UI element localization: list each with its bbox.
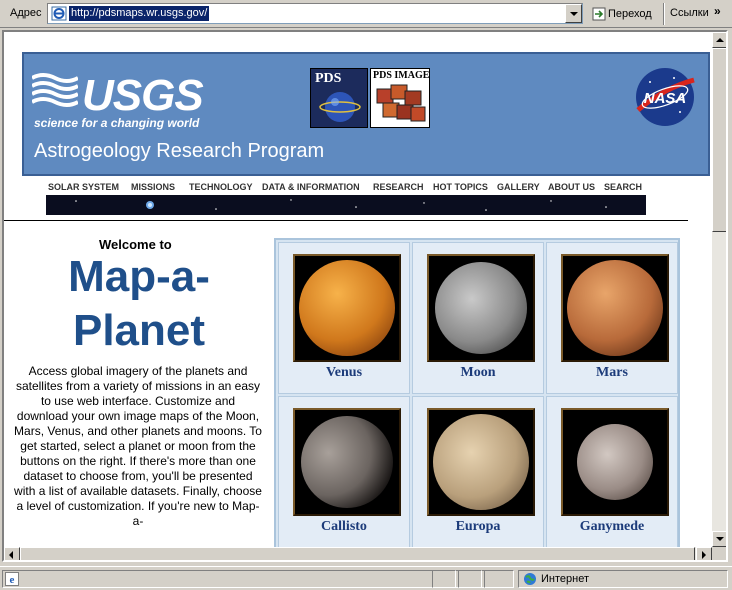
- nasa-logo-text: NASA: [644, 90, 687, 107]
- scrollbar-corner: [712, 547, 726, 560]
- web-page: USGS science for a changing world PDS PD…: [4, 32, 712, 558]
- pds-logo-text: PDS: [315, 71, 342, 86]
- globe-icon: [524, 573, 536, 585]
- star-dots: [75, 199, 607, 211]
- scroll-down-button[interactable]: [712, 531, 726, 547]
- pds-logo[interactable]: PDS: [310, 68, 368, 128]
- pds-image-logo[interactable]: PDS IMAGE: [370, 68, 430, 128]
- ganymede-thumbnail: [561, 408, 669, 516]
- nav-item-search[interactable]: SEARCH: [604, 182, 642, 192]
- svg-text:e: e: [10, 574, 15, 586]
- address-dropdown-button[interactable]: [565, 4, 582, 23]
- planet-label-callisto: Callisto: [321, 519, 367, 534]
- ie-page-icon: [51, 6, 67, 21]
- venus-thumbnail: [293, 254, 401, 362]
- callisto-thumbnail: [293, 408, 401, 516]
- security-zone-label: Интернет: [541, 573, 589, 585]
- nav-item-solar-system[interactable]: SOLAR SYSTEM: [48, 182, 119, 192]
- page-viewport: USGS science for a changing world PDS PD…: [2, 30, 728, 562]
- scroll-right-button[interactable]: [696, 547, 712, 560]
- program-title: Astrogeology Research Program: [34, 140, 325, 162]
- header-rule: [4, 220, 688, 221]
- vertical-scrollbar[interactable]: [712, 32, 726, 547]
- go-label: Переход: [608, 8, 652, 20]
- nav-item-about-us[interactable]: ABOUT US: [548, 182, 595, 192]
- main-nav: SOLAR SYSTEM MISSIONS TECHNOLOGY DATA & …: [44, 180, 646, 194]
- address-input[interactable]: http://pdsmaps.wr.usgs.gov/: [47, 3, 583, 24]
- usgs-logo[interactable]: USGS science for a changing world: [32, 66, 212, 130]
- status-pane-1: [432, 570, 456, 588]
- ie-status-icon: e: [5, 572, 19, 586]
- scroll-up-button[interactable]: [712, 32, 726, 48]
- nav-item-research[interactable]: RESEARCH: [373, 182, 424, 192]
- nav-item-hot-topics[interactable]: HOT TOPICS: [433, 182, 488, 192]
- pds-image-logo-text: PDS IMAGE: [373, 70, 430, 81]
- planet-label-moon: Moon: [460, 365, 496, 380]
- browser-window: Адрес http://pdsmaps.wr.usgs.gov/ Перехо…: [0, 0, 732, 590]
- scroll-left-button[interactable]: [4, 547, 20, 560]
- planet-button-venus[interactable]: Venus: [278, 242, 410, 394]
- planet-button-ganymede[interactable]: Ganymede: [546, 396, 678, 548]
- planet-label-europa: Europa: [455, 519, 501, 534]
- nav-item-gallery[interactable]: GALLERY: [497, 182, 540, 192]
- planet-label-venus: Venus: [325, 365, 363, 380]
- nav-item-data-information[interactable]: DATA & INFORMATION: [262, 182, 360, 192]
- vertical-scroll-thumb[interactable]: [712, 48, 726, 232]
- status-pane-3: [484, 570, 514, 588]
- address-url[interactable]: http://pdsmaps.wr.usgs.gov/: [69, 6, 210, 21]
- planet-button-mars[interactable]: Mars: [546, 242, 678, 394]
- intro-paragraph: Access global imagery of the planets and…: [14, 364, 262, 528]
- security-zone: Интернет: [518, 570, 728, 588]
- status-pane-2: [458, 570, 482, 588]
- address-label: Адрес: [10, 7, 42, 19]
- moon-thumbnail: [427, 254, 535, 362]
- nasa-logo[interactable]: NASA: [634, 66, 696, 128]
- planet-button-callisto[interactable]: Callisto: [278, 396, 410, 548]
- planet-grid: Venus Moon Mars Callisto Europa Ganymede: [274, 238, 680, 558]
- planet-button-europa[interactable]: Europa: [412, 396, 544, 548]
- usgs-wave-icon: [32, 73, 78, 107]
- planet-label-mars: Mars: [596, 365, 628, 380]
- go-button[interactable]: Переход: [590, 4, 660, 24]
- site-header: USGS science for a changing world PDS PD…: [22, 52, 710, 176]
- links-button[interactable]: Ссылки: [670, 7, 709, 19]
- toolbar-separator: [663, 3, 665, 25]
- address-bar: Адрес http://pdsmaps.wr.usgs.gov/ Перехо…: [0, 0, 732, 28]
- nav-item-missions[interactable]: MISSIONS: [131, 182, 175, 192]
- starfield-banner: [46, 195, 646, 215]
- europa-thumbnail: [427, 408, 535, 516]
- pds-globe-icon: [319, 92, 361, 122]
- nav-item-technology[interactable]: TECHNOLOGY: [189, 182, 253, 192]
- nasa-meatball-icon: NASA: [636, 68, 695, 126]
- horizontal-scrollbar[interactable]: [4, 547, 712, 560]
- planet-button-moon[interactable]: Moon: [412, 242, 544, 394]
- status-bar: e Интернет: [0, 566, 732, 590]
- links-chevron-icon[interactable]: »: [714, 4, 721, 18]
- go-arrow-icon: [592, 7, 606, 21]
- pds-image-mosaic-icon: [376, 84, 426, 122]
- planet-label-ganymede: Ganymede: [579, 519, 645, 534]
- mars-thumbnail: [561, 254, 669, 362]
- usgs-tagline: science for a changing world: [34, 116, 200, 130]
- usgs-logo-text: USGS: [82, 71, 204, 120]
- map-a-planet-title: Map-a-Planet: [68, 252, 210, 355]
- horizontal-scroll-thumb[interactable]: [20, 547, 695, 560]
